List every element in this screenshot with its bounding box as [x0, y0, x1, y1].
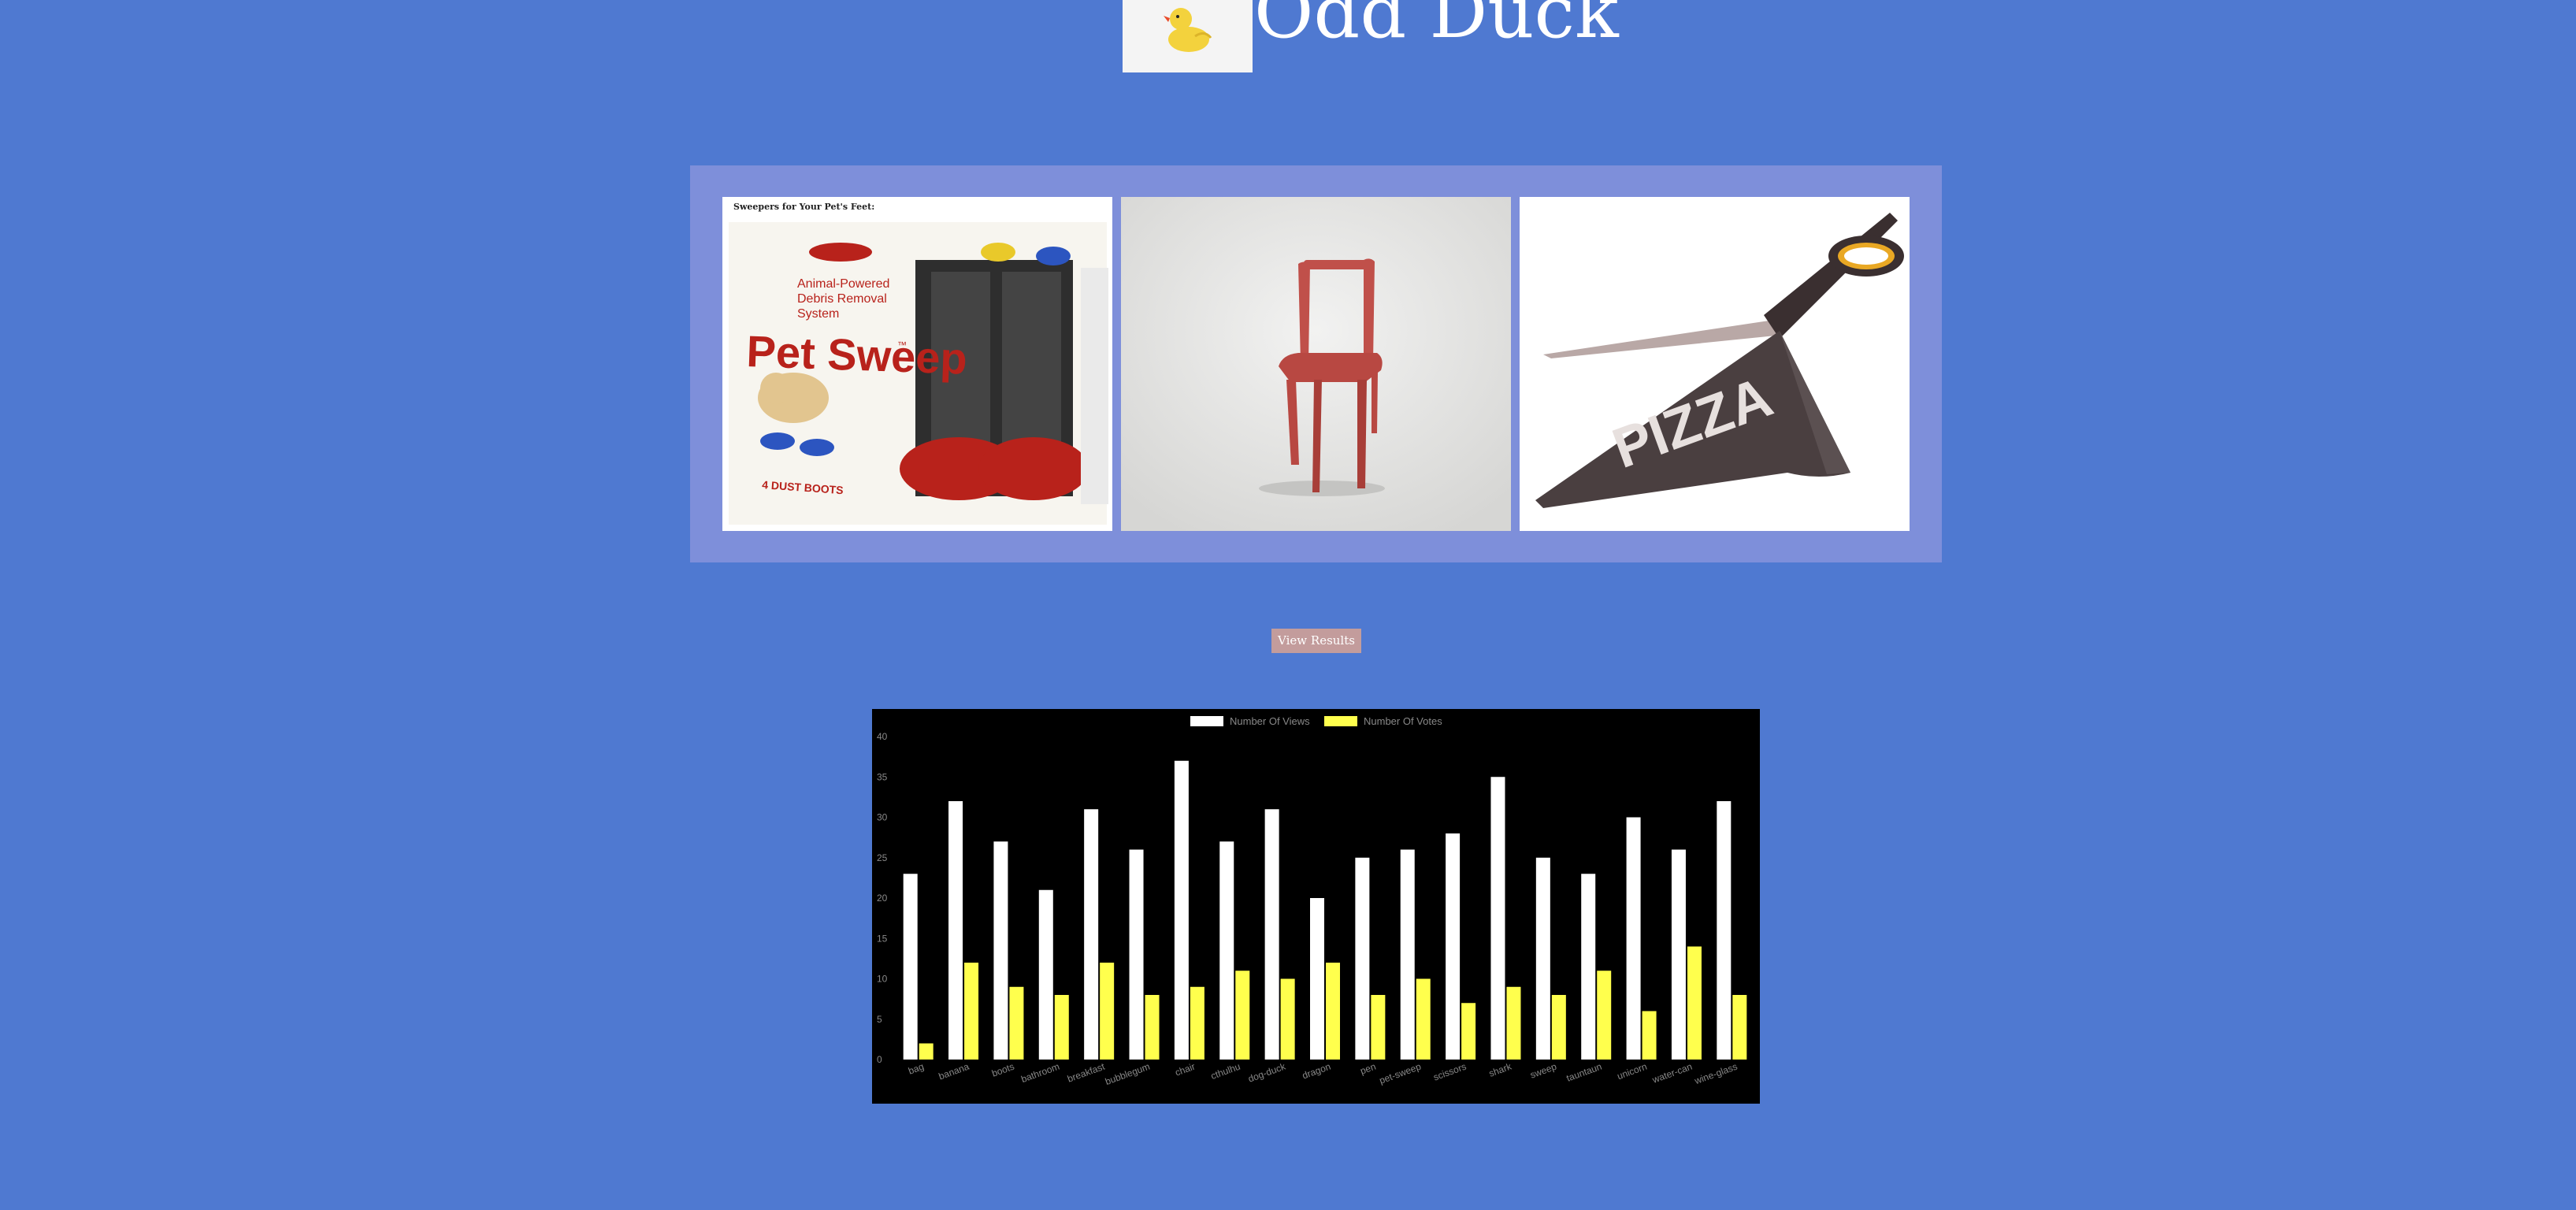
x-tick-label: bag — [907, 1061, 926, 1077]
y-tick-label: 25 — [877, 852, 888, 863]
bar — [1642, 1011, 1657, 1060]
legend-label: Number Of Views — [1230, 715, 1310, 727]
bar — [1717, 801, 1732, 1060]
bar — [1190, 986, 1204, 1060]
bar — [1264, 809, 1279, 1060]
bar — [1129, 849, 1144, 1060]
bar — [1416, 978, 1431, 1060]
bar — [1506, 986, 1521, 1060]
x-tick-label: water-can — [1650, 1061, 1694, 1086]
bar — [1626, 817, 1641, 1060]
bar — [1581, 874, 1596, 1060]
product-image-chair[interactable] — [1121, 197, 1511, 531]
red-chair-image — [1121, 197, 1511, 531]
bar — [1446, 833, 1461, 1060]
product-image-pet-sweep[interactable]: Sweepers for Your Pet's Feet: Pet Sweep … — [722, 197, 1112, 531]
x-tick-label: unicorn — [1616, 1061, 1649, 1082]
bar — [1280, 978, 1295, 1060]
bar — [1310, 898, 1324, 1060]
x-tick-label: boots — [990, 1061, 1015, 1079]
x-tick-label: breakfast — [1066, 1060, 1107, 1084]
bar — [964, 963, 979, 1060]
x-tick-label: dog-duck — [1246, 1060, 1287, 1084]
logo — [1123, 0, 1253, 72]
bar — [1671, 849, 1686, 1060]
bar — [1084, 809, 1099, 1060]
bar — [1100, 963, 1115, 1060]
rubber-duck-icon — [1164, 8, 1212, 52]
results-chart: 0 5 10 15 20 25 30 35 40 Number Of Views Number Of… — [872, 709, 1760, 1104]
view-results-button[interactable]: View Results — [1271, 629, 1361, 653]
pizza-scissors-image: PIZZA — [1520, 197, 1910, 531]
legend-swatch — [1324, 716, 1357, 726]
header: Odd Duck — [1123, 0, 1619, 72]
x-tick-label: pen — [1359, 1061, 1378, 1077]
bar — [1174, 760, 1189, 1060]
bar — [1054, 995, 1069, 1060]
pet-sweep-brand: Pet Sweep — [746, 326, 968, 384]
pet-sweep-tagline-2: Debris Removal — [797, 292, 887, 306]
pet-sweep-banner: Sweepers for Your Pet's Feet: — [733, 202, 874, 212]
pet-sweep-tm: ™ — [897, 340, 907, 351]
bar — [1009, 986, 1024, 1060]
y-tick-label: 15 — [877, 933, 888, 944]
bar — [1326, 963, 1340, 1060]
product-panel: Sweepers for Your Pet's Feet: Pet Sweep … — [690, 165, 1942, 562]
product-image-scissors[interactable]: PIZZA — [1520, 197, 1910, 531]
bar — [1145, 995, 1160, 1060]
x-tick-label: cthulhu — [1209, 1061, 1242, 1082]
y-tick-label: 5 — [877, 1014, 882, 1025]
y-tick-label: 10 — [877, 974, 888, 985]
bar — [1219, 841, 1234, 1060]
y-tick-label: 40 — [877, 731, 888, 742]
y-tick-label: 0 — [877, 1054, 882, 1065]
pet-sweep-tagline-3: System — [797, 307, 839, 321]
y-tick-label: 30 — [877, 812, 888, 823]
bar — [1355, 857, 1370, 1060]
bar — [1400, 849, 1415, 1060]
bar — [1535, 857, 1550, 1060]
bar — [1371, 995, 1386, 1060]
x-tick-label: shark — [1487, 1060, 1513, 1079]
bar — [1235, 971, 1250, 1060]
bar — [1551, 995, 1566, 1060]
bar — [903, 874, 918, 1060]
chart-svg: 0 5 10 15 20 25 30 35 40 Number Of Views Number Of… — [877, 715, 1747, 1087]
x-tick-label: chair — [1174, 1061, 1197, 1078]
bar — [1038, 889, 1053, 1060]
page-title: Odd Duck — [1254, 0, 1619, 54]
x-tick-label: wine-glass — [1692, 1061, 1739, 1087]
x-tick-label: banana — [937, 1061, 971, 1082]
bar — [1597, 971, 1612, 1060]
x-tick-label: scissors — [1432, 1061, 1468, 1083]
x-tick-label: bubblegum — [1104, 1061, 1152, 1087]
legend-label: Number Of Votes — [1364, 715, 1442, 727]
bar — [919, 1043, 934, 1060]
pet-sweep-tagline-1: Animal-Powered — [797, 277, 889, 291]
bar — [1461, 1003, 1476, 1060]
x-tick-label: bathroom — [1019, 1061, 1060, 1085]
bar — [948, 801, 963, 1060]
y-tick-label: 35 — [877, 771, 888, 782]
x-tick-label: pet-sweep — [1378, 1061, 1423, 1086]
bar — [1687, 946, 1702, 1060]
legend-swatch — [1190, 716, 1223, 726]
bar — [1732, 995, 1747, 1060]
x-tick-label: sweep — [1528, 1061, 1558, 1081]
bar — [993, 841, 1008, 1060]
x-tick-label: dragon — [1301, 1061, 1332, 1082]
x-tick-label: tauntaun — [1565, 1061, 1604, 1084]
y-tick-label: 20 — [877, 893, 888, 904]
bar — [1490, 777, 1505, 1060]
